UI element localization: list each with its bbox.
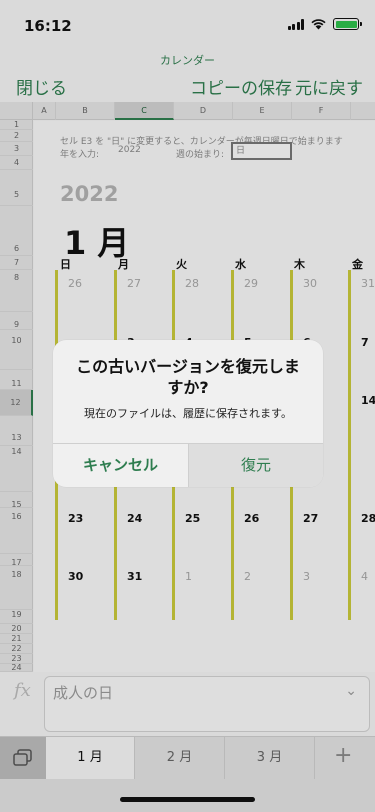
row-header[interactable]: 11 — [0, 370, 33, 390]
row-header[interactable]: 14 — [0, 446, 33, 492]
row-header[interactable]: 2 — [0, 130, 33, 142]
row-header[interactable]: 9 — [0, 312, 33, 330]
column-header-f[interactable]: F — [292, 102, 351, 120]
screen: 16:12 カレンダー 閉じる コピーの保存 元に戻す A B C D E F … — [0, 0, 375, 812]
row-header[interactable]: 13 — [0, 416, 33, 446]
day-cell[interactable]: 30 — [303, 277, 317, 290]
day-cell[interactable]: 26 — [68, 277, 82, 290]
tab-january[interactable]: 1 月 — [46, 737, 135, 779]
row-header[interactable]: 20 — [0, 624, 33, 634]
row-header-selected[interactable]: 12 — [0, 390, 33, 416]
cancel-button[interactable]: キャンセル — [53, 444, 188, 487]
row-header[interactable]: 16 — [0, 508, 33, 554]
column-header-a[interactable]: A — [33, 102, 56, 120]
day-cell[interactable]: 2 — [244, 570, 251, 583]
cellular-signal-icon — [287, 18, 304, 30]
wifi-icon — [311, 19, 326, 30]
battery-charging-icon — [333, 18, 362, 30]
day-cell[interactable]: 14 — [361, 394, 375, 407]
weekday-tuesday: 火 — [176, 258, 187, 271]
day-cell[interactable]: 28 — [185, 277, 199, 290]
status-time: 16:12 — [24, 17, 72, 35]
sheets-icon — [13, 749, 32, 766]
restore-button[interactable]: 復元 — [188, 444, 323, 487]
close-button[interactable]: 閉じる — [16, 74, 67, 99]
home-indicator[interactable] — [120, 797, 255, 802]
day-cell[interactable]: 27 — [303, 512, 318, 525]
restore-version-dialog: この古いバージョンを復元しますか? 現在のファイルは、履歴に保存されます。 キャ… — [53, 340, 323, 487]
day-cell[interactable]: 28 — [361, 512, 375, 525]
tab-february[interactable]: 2 月 — [135, 737, 225, 779]
row-header[interactable]: 22 — [0, 644, 33, 654]
day-cell[interactable]: 7 — [361, 336, 369, 349]
row-header[interactable]: 5 — [0, 170, 33, 206]
day-cell[interactable]: 30 — [68, 570, 83, 583]
weekday-thursday: 木 — [294, 258, 305, 271]
add-sheet-button[interactable]: + — [334, 743, 352, 768]
document-title: カレンダー — [160, 54, 215, 67]
row-header[interactable]: 1 — [0, 120, 33, 130]
sheets-overview-button[interactable] — [0, 737, 46, 779]
row-header[interactable]: 8 — [0, 270, 33, 312]
column-header-bar: A B C D E F — [0, 102, 375, 120]
row-header[interactable]: 10 — [0, 330, 33, 370]
day-cell[interactable]: 24 — [127, 512, 142, 525]
row-header[interactable]: 19 — [0, 610, 33, 624]
status-bar: 16:12 — [0, 0, 375, 44]
week-start-label: 週の始まり: — [176, 150, 225, 160]
day-cell[interactable]: 26 — [244, 512, 259, 525]
week-start-cell[interactable]: 日 — [231, 142, 292, 160]
row-header[interactable]: 21 — [0, 634, 33, 644]
day-cell[interactable]: 23 — [68, 512, 83, 525]
dialog-message: 現在のファイルは、履歴に保存されます。 — [84, 407, 292, 420]
weekday-wednesday: 水 — [235, 258, 246, 271]
row-header-bar: 1 2 3 4 5 6 7 8 9 10 11 12 13 14 15 16 1… — [0, 120, 33, 672]
day-cell[interactable]: 31 — [127, 570, 142, 583]
revert-button[interactable]: 元に戻す — [295, 74, 363, 99]
formula-bar[interactable]: 成人の日 ⌄ — [44, 676, 370, 732]
year-input-value[interactable]: 2022 — [118, 145, 141, 155]
day-column-bar — [348, 270, 351, 620]
day-cell[interactable]: 31 — [361, 277, 375, 290]
day-cell[interactable]: 25 — [185, 512, 200, 525]
instruction-note: セル E3 を "日" に変更すると、カレンダーが毎週日曜日で始まります — [60, 137, 343, 147]
row-header[interactable]: 24 — [0, 664, 33, 672]
row-header[interactable]: 4 — [0, 156, 33, 170]
select-all-corner[interactable] — [0, 102, 33, 120]
dialog-title: この古いバージョンを復元しますか? — [76, 357, 300, 397]
column-header-b[interactable]: B — [56, 102, 115, 120]
weekday-friday: 金 — [352, 258, 363, 271]
column-header-d[interactable]: D — [174, 102, 233, 120]
year-input-label: 年を入力: — [60, 150, 100, 160]
row-header[interactable]: 15 — [0, 492, 33, 509]
row-header[interactable]: 6 — [0, 206, 33, 256]
day-cell[interactable]: 1 — [185, 570, 192, 583]
formula-bar-text[interactable]: 成人の日 — [53, 682, 113, 703]
tab-march[interactable]: 3 月 — [225, 737, 315, 779]
function-icon[interactable]: fx — [14, 680, 31, 701]
day-cell[interactable]: 4 — [361, 570, 368, 583]
chevron-down-icon[interactable]: ⌄ — [345, 683, 357, 699]
calendar-year: 2022 — [60, 182, 119, 206]
save-copy-button[interactable]: コピーの保存 — [190, 74, 292, 99]
day-cell[interactable]: 27 — [127, 277, 141, 290]
row-header[interactable]: 18 — [0, 566, 33, 610]
weekday-sunday: 日 — [60, 258, 71, 271]
weekday-monday: 月 — [118, 258, 129, 271]
row-header[interactable]: 17 — [0, 554, 33, 567]
day-cell[interactable]: 3 — [303, 570, 310, 583]
status-icons — [287, 18, 362, 30]
column-header-e[interactable]: E — [233, 102, 292, 120]
day-cell[interactable]: 29 — [244, 277, 258, 290]
column-header-c[interactable]: C — [115, 102, 174, 120]
row-header[interactable]: 7 — [0, 256, 33, 270]
row-header[interactable]: 3 — [0, 142, 33, 156]
